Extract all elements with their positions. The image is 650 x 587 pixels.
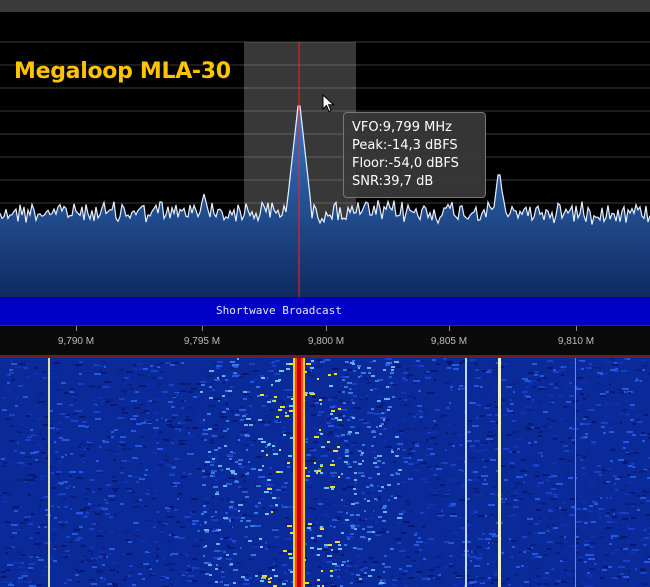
waterfall-signal-trace xyxy=(48,358,50,587)
axis-tick xyxy=(449,326,450,331)
carrier-core xyxy=(297,358,301,587)
axis-tick-label: 9,810 M xyxy=(557,336,595,347)
frequency-axis: 9,790 M 9,795 M 9,800 M 9,805 M 9,810 M xyxy=(0,325,650,355)
spectrum-display[interactable]: Megaloop MLA-30 xyxy=(0,12,650,297)
waterfall-plot[interactable] xyxy=(0,358,650,587)
axis-tick-label: 9,795 M xyxy=(183,336,221,347)
waterfall-display[interactable] xyxy=(0,358,650,587)
tooltip-vfo: VFO:9,799 MHz xyxy=(352,120,452,135)
spectrum-plot[interactable] xyxy=(0,12,650,297)
axis-tick-label: 9,805 M xyxy=(430,336,468,347)
axis-tick xyxy=(76,326,77,331)
waterfall-signal-trace xyxy=(465,358,467,587)
axis-tick-label: 9,790 M xyxy=(57,336,95,347)
signal-tooltip: VFO:9,799 MHz Peak:-14,3 dBFS Floor:-54,… xyxy=(343,112,486,198)
waterfall-signal-trace xyxy=(498,358,501,587)
overlay-title: Megaloop MLA-30 xyxy=(14,59,231,84)
axis-tick xyxy=(202,326,203,331)
title-bar xyxy=(0,0,650,12)
tooltip-snr: SNR:39,7 dB xyxy=(352,174,434,189)
axis-tick-label: 9,800 M xyxy=(307,336,345,347)
tooltip-floor: Floor:-54,0 dBFS xyxy=(352,156,459,171)
axis-tick xyxy=(576,326,577,331)
waterfall-signal-trace xyxy=(575,358,576,587)
axis-tick xyxy=(326,326,327,331)
band-label[interactable]: Shortwave Broadcast xyxy=(216,304,342,317)
mouse-pointer-icon xyxy=(322,94,335,113)
tooltip-peak: Peak:-14,3 dBFS xyxy=(352,138,458,153)
